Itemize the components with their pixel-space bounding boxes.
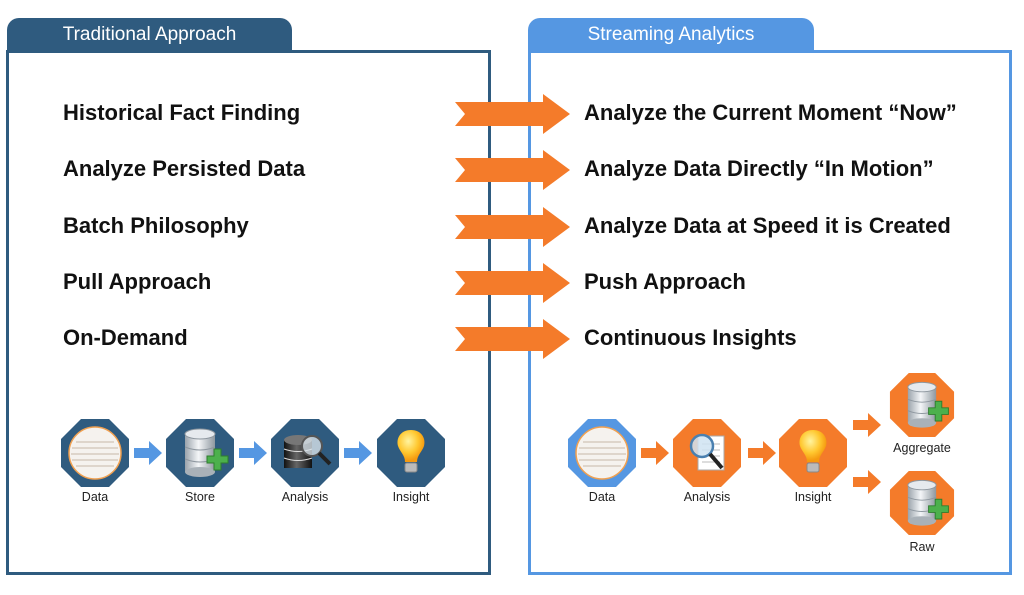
transition-arrow-icon (455, 94, 570, 134)
flow-arrow-icon (134, 441, 162, 465)
streaming-analytics-tab: Streaming Analytics (528, 18, 814, 52)
transition-arrow-icon (455, 263, 570, 303)
database-plus-icon (889, 372, 955, 438)
flow-label: Data (81, 490, 109, 504)
transition-arrow-icon (455, 150, 570, 190)
flow-label: Store (185, 490, 215, 504)
transition-arrow-icon (455, 207, 570, 247)
data-circle-icon (60, 418, 130, 488)
traditional-approach-tab: Traditional Approach (7, 18, 292, 52)
lightbulb-icon (778, 418, 848, 488)
flow-label: Analysis (281, 490, 329, 504)
traditional-item: Analyze Persisted Data (63, 156, 306, 181)
flow-arrow-icon (853, 470, 881, 494)
flow-arrow-icon (344, 441, 372, 465)
flow-label: Insight (392, 490, 430, 504)
streaming-item: Push Approach (584, 269, 746, 294)
traditional-item: Historical Fact Finding (63, 100, 301, 125)
database-plus-icon (889, 470, 955, 536)
flow-label: Aggregate (893, 441, 951, 455)
flow-label: Raw (909, 540, 935, 554)
data-circle-icon (567, 418, 637, 488)
flow-arrow-icon (641, 441, 669, 465)
streaming-item: Analyze the Current Moment “Now” (584, 100, 957, 125)
flow-arrow-icon (239, 441, 267, 465)
document-search-icon (672, 418, 742, 488)
streaming-item: Continuous Insights (584, 325, 797, 350)
flow-arrow-icon (748, 441, 776, 465)
flow-label: Insight (794, 490, 832, 504)
traditional-item: Pull Approach (63, 269, 212, 294)
traditional-item: On-Demand (63, 325, 188, 350)
flow-arrow-icon (853, 413, 881, 437)
streaming-item: Analyze Data Directly “In Motion” (584, 156, 934, 181)
flow-label: Analysis (683, 490, 731, 504)
flow-label: Data (588, 490, 616, 504)
transition-arrow-icon (455, 319, 570, 359)
streaming-item: Analyze Data at Speed it is Created (584, 213, 951, 238)
lightbulb-icon (376, 418, 446, 488)
database-plus-icon (165, 418, 235, 488)
database-search-icon (270, 418, 340, 488)
traditional-item: Batch Philosophy (63, 213, 249, 238)
